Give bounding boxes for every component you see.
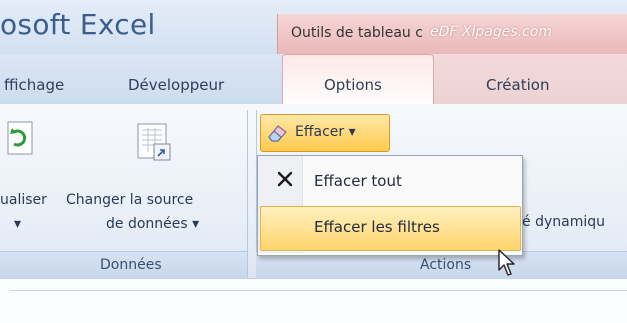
formula-bar-divider: [10, 290, 627, 291]
refresh-button[interactable]: ualiser ▾: [0, 118, 47, 243]
eraser-icon: [268, 125, 287, 142]
context-tab-group-label: Outils de tableau c: [291, 25, 423, 41]
tab-developpeur[interactable]: Développeur: [128, 76, 224, 94]
menu-item-effacer-tout-label: Effacer tout: [314, 172, 402, 190]
menu-item-effacer-tout[interactable]: Effacer tout: [260, 160, 519, 202]
partial-button-label: é dynamiqu: [522, 214, 605, 230]
change-source-label-line2: de données ▾: [106, 216, 200, 232]
app-title: osoft Excel: [0, 8, 156, 41]
change-data-source-icon: [137, 123, 171, 161]
effacer-button-label: Effacer ▾: [295, 124, 356, 140]
menu-item-effacer-les-filtres[interactable]: Effacer les filtres: [260, 206, 521, 251]
change-data-source-button[interactable]: Changer la source de données ▾: [66, 118, 244, 243]
formula-bar-area: [0, 279, 627, 323]
menu-item-effacer-les-filtres-label: Effacer les filtres: [314, 218, 440, 236]
x-clear-icon: [277, 171, 293, 187]
mouse-pointer-icon: [498, 249, 515, 276]
watermark: eDF Xlpages.com: [430, 24, 552, 40]
tab-options[interactable]: Options: [324, 76, 382, 94]
tab-creation[interactable]: Création: [486, 76, 549, 94]
refresh-dropdown-arrow: ▾: [14, 216, 22, 232]
refresh-button-label: ualiser: [0, 192, 47, 208]
change-source-label-line1: Changer la source: [66, 192, 194, 208]
group-actions-label: Actions: [420, 257, 472, 273]
effacer-button[interactable]: Effacer ▾: [260, 114, 390, 152]
tab-affichage[interactable]: ffichage: [4, 76, 64, 94]
group-donnees-label: Données: [100, 257, 162, 273]
refresh-data-icon: [7, 121, 33, 155]
